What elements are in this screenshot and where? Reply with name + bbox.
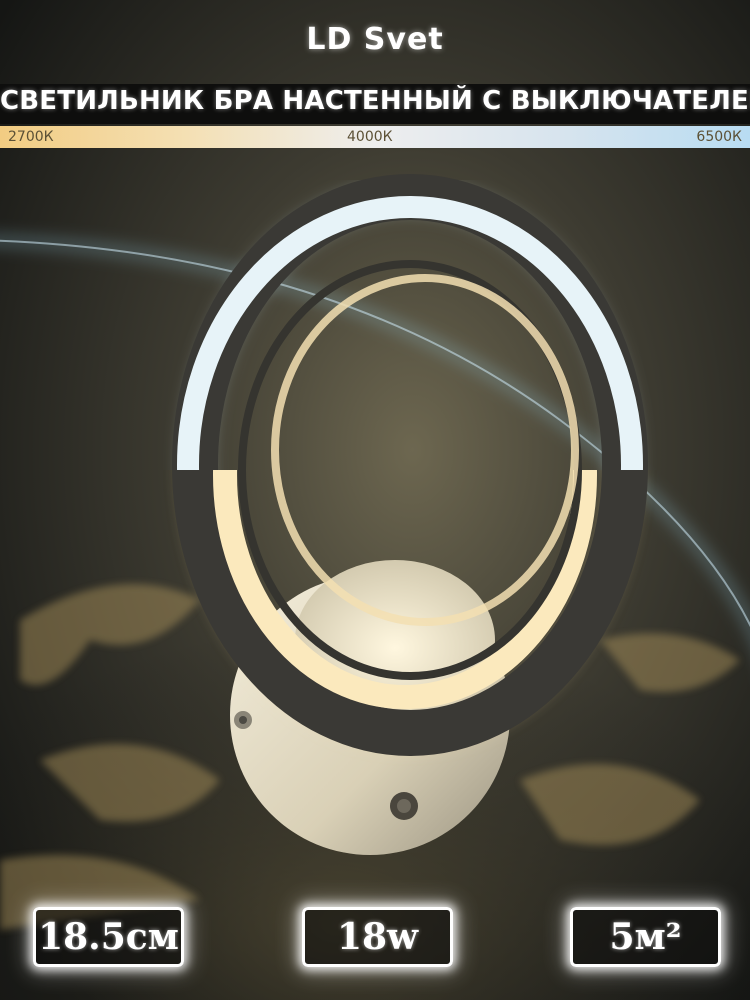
temperature-label-cold: 6500К	[696, 129, 742, 145]
spec-area-badge: 5м²	[570, 907, 721, 967]
temperature-label-neutral: 4000К	[347, 129, 393, 145]
product-photo	[0, 0, 750, 1000]
product-title: СВЕТИЛЬНИК БРА НАСТЕННЫЙ С ВЫКЛЮЧАТЕЛЕМ	[0, 86, 750, 116]
spec-power-badge: 18w	[302, 907, 453, 967]
spec-size-badge: 18.5см	[33, 907, 184, 967]
brand-logo: LD Svet	[306, 22, 444, 57]
temperature-label-warm: 2700К	[8, 129, 54, 145]
